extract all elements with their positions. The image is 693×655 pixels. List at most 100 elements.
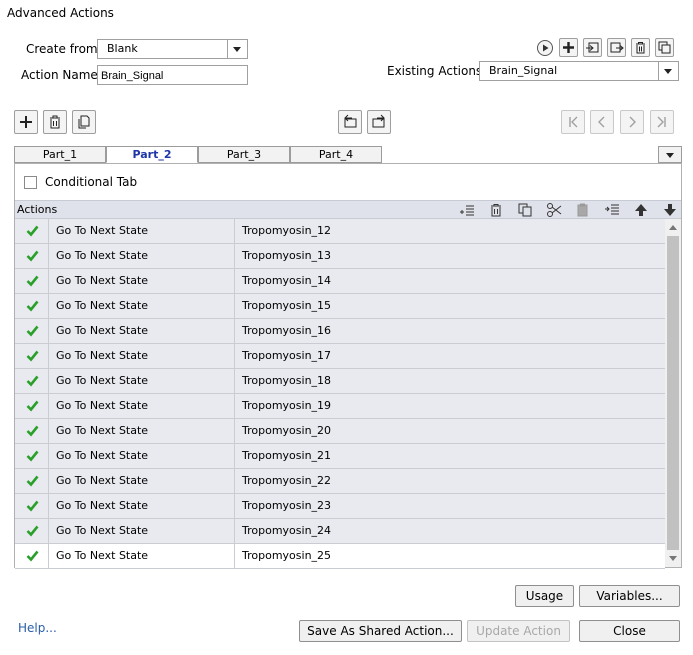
action-type-cell[interactable]: Go To Next State: [49, 369, 235, 393]
delete-icon: [50, 115, 60, 129]
table-row[interactable]: Go To Next State Tropomyosin_16: [15, 319, 665, 344]
row-status-cell: [15, 444, 49, 468]
action-target-cell[interactable]: Tropomyosin_20: [235, 419, 665, 443]
close-button[interactable]: Close: [579, 620, 680, 642]
action-target-cell[interactable]: Tropomyosin_23: [235, 494, 665, 518]
action-name-input[interactable]: [97, 65, 248, 85]
action-target-cell[interactable]: Tropomyosin_24: [235, 519, 665, 543]
action-target-cell[interactable]: Tropomyosin_18: [235, 369, 665, 393]
move-down-icon[interactable]: [662, 202, 678, 218]
export-decision-button[interactable]: [367, 110, 391, 134]
action-type-cell[interactable]: Go To Next State: [49, 444, 235, 468]
table-row[interactable]: Go To Next State Tropomyosin_21: [15, 444, 665, 469]
table-row[interactable]: Go To Next State Tropomyosin_17: [15, 344, 665, 369]
action-target-cell[interactable]: Tropomyosin_14: [235, 269, 665, 293]
action-type-cell[interactable]: Go To Next State: [49, 219, 235, 243]
usage-button[interactable]: Usage: [515, 585, 574, 607]
tabs-menu-button[interactable]: [658, 146, 682, 163]
conditional-tab-label: Conditional Tab: [45, 175, 138, 189]
table-row[interactable]: Go To Next State Tropomyosin_24: [15, 519, 665, 544]
action-type-cell[interactable]: Go To Next State: [49, 469, 235, 493]
add-decision-button[interactable]: [14, 110, 38, 134]
table-row[interactable]: Go To Next State Tropomyosin_23: [15, 494, 665, 519]
action-type-cell[interactable]: Go To Next State: [49, 419, 235, 443]
variables-button[interactable]: Variables...: [579, 585, 680, 607]
table-row[interactable]: Go To Next State Tropomyosin_22: [15, 469, 665, 494]
table-row[interactable]: Go To Next State Tropomyosin_19: [15, 394, 665, 419]
tab-part-4[interactable]: Part_4: [290, 146, 382, 163]
row-status-cell: [15, 494, 49, 518]
save-as-shared-action-button[interactable]: Save As Shared Action...: [299, 620, 462, 642]
chevron-down-icon[interactable]: [227, 40, 247, 58]
existing-actions-value: Brain_Signal: [489, 64, 558, 77]
table-row[interactable]: Go To Next State Tropomyosin_14: [15, 269, 665, 294]
tab-part-3[interactable]: Part_3: [198, 146, 290, 163]
action-target-cell[interactable]: Tropomyosin_12: [235, 219, 665, 243]
chevron-down-icon[interactable]: [658, 62, 678, 80]
action-target-cell[interactable]: Tropomyosin_21: [235, 444, 665, 468]
import-decision-button[interactable]: [338, 110, 362, 134]
check-icon: [26, 325, 39, 337]
help-link[interactable]: Help...: [18, 621, 57, 635]
action-type-cell[interactable]: Go To Next State: [49, 544, 235, 568]
action-type-cell[interactable]: Go To Next State: [49, 244, 235, 268]
insert-below-icon[interactable]: [604, 202, 620, 218]
import-icon: [344, 114, 357, 128]
table-row[interactable]: Go To Next State Tropomyosin_13: [15, 244, 665, 269]
action-type-cell[interactable]: Go To Next State: [49, 269, 235, 293]
action-name-label: Action Name:: [21, 68, 102, 82]
action-type-cell[interactable]: Go To Next State: [49, 294, 235, 318]
delete-action-button[interactable]: [631, 38, 650, 57]
table-row[interactable]: Go To Next State Tropomyosin_25: [15, 544, 665, 569]
action-type-cell[interactable]: Go To Next State: [49, 519, 235, 543]
add-action-button[interactable]: [559, 38, 578, 57]
cut-icon[interactable]: [546, 202, 562, 218]
delete-decision-button[interactable]: [43, 110, 67, 134]
scroll-up-icon[interactable]: [669, 225, 677, 230]
duplicate-action-button[interactable]: [655, 38, 674, 57]
tab-part-2[interactable]: Part_2: [106, 146, 198, 163]
check-icon: [26, 500, 39, 512]
actions-scrollbar[interactable]: [665, 219, 681, 567]
action-type-cell[interactable]: Go To Next State: [49, 394, 235, 418]
import-action-button[interactable]: [583, 38, 602, 57]
table-row[interactable]: Go To Next State Tropomyosin_18: [15, 369, 665, 394]
first-button[interactable]: [561, 110, 585, 134]
move-up-icon[interactable]: [633, 202, 649, 218]
duplicate-decision-button[interactable]: [72, 110, 96, 134]
scroll-down-icon[interactable]: [669, 556, 677, 561]
update-action-button[interactable]: Update Action: [467, 620, 570, 642]
import-icon: [586, 42, 599, 53]
export-action-button[interactable]: [607, 38, 626, 57]
action-type-cell[interactable]: Go To Next State: [49, 319, 235, 343]
action-target-cell[interactable]: Tropomyosin_17: [235, 344, 665, 368]
table-row[interactable]: Go To Next State Tropomyosin_12: [15, 219, 665, 244]
play-icon[interactable]: [536, 39, 554, 57]
action-target-cell[interactable]: Tropomyosin_22: [235, 469, 665, 493]
first-icon: [569, 116, 578, 128]
create-from-value: Blank: [107, 42, 138, 55]
conditional-tab-checkbox[interactable]: [24, 176, 37, 189]
create-from-select[interactable]: Blank: [97, 39, 248, 59]
previous-button[interactable]: [590, 110, 614, 134]
action-target-cell[interactable]: Tropomyosin_16: [235, 319, 665, 343]
action-target-cell[interactable]: Tropomyosin_13: [235, 244, 665, 268]
action-target-cell[interactable]: Tropomyosin_19: [235, 394, 665, 418]
delete-icon[interactable]: [488, 202, 504, 218]
check-icon: [26, 225, 39, 237]
action-target-cell[interactable]: Tropomyosin_25: [235, 544, 665, 568]
check-icon: [26, 425, 39, 437]
paste-icon[interactable]: [575, 202, 591, 218]
table-row[interactable]: Go To Next State Tropomyosin_20: [15, 419, 665, 444]
last-button[interactable]: [650, 110, 674, 134]
action-target-cell[interactable]: Tropomyosin_15: [235, 294, 665, 318]
tab-part-1[interactable]: Part_1: [14, 146, 106, 163]
action-type-cell[interactable]: Go To Next State: [49, 494, 235, 518]
next-button[interactable]: [620, 110, 644, 134]
copy-icon[interactable]: [517, 202, 533, 218]
action-type-cell[interactable]: Go To Next State: [49, 344, 235, 368]
scrollbar-thumb[interactable]: [667, 236, 679, 550]
table-row[interactable]: Go To Next State Tropomyosin_15: [15, 294, 665, 319]
existing-actions-select[interactable]: Brain_Signal: [479, 61, 679, 81]
insert-icon[interactable]: [459, 202, 475, 218]
